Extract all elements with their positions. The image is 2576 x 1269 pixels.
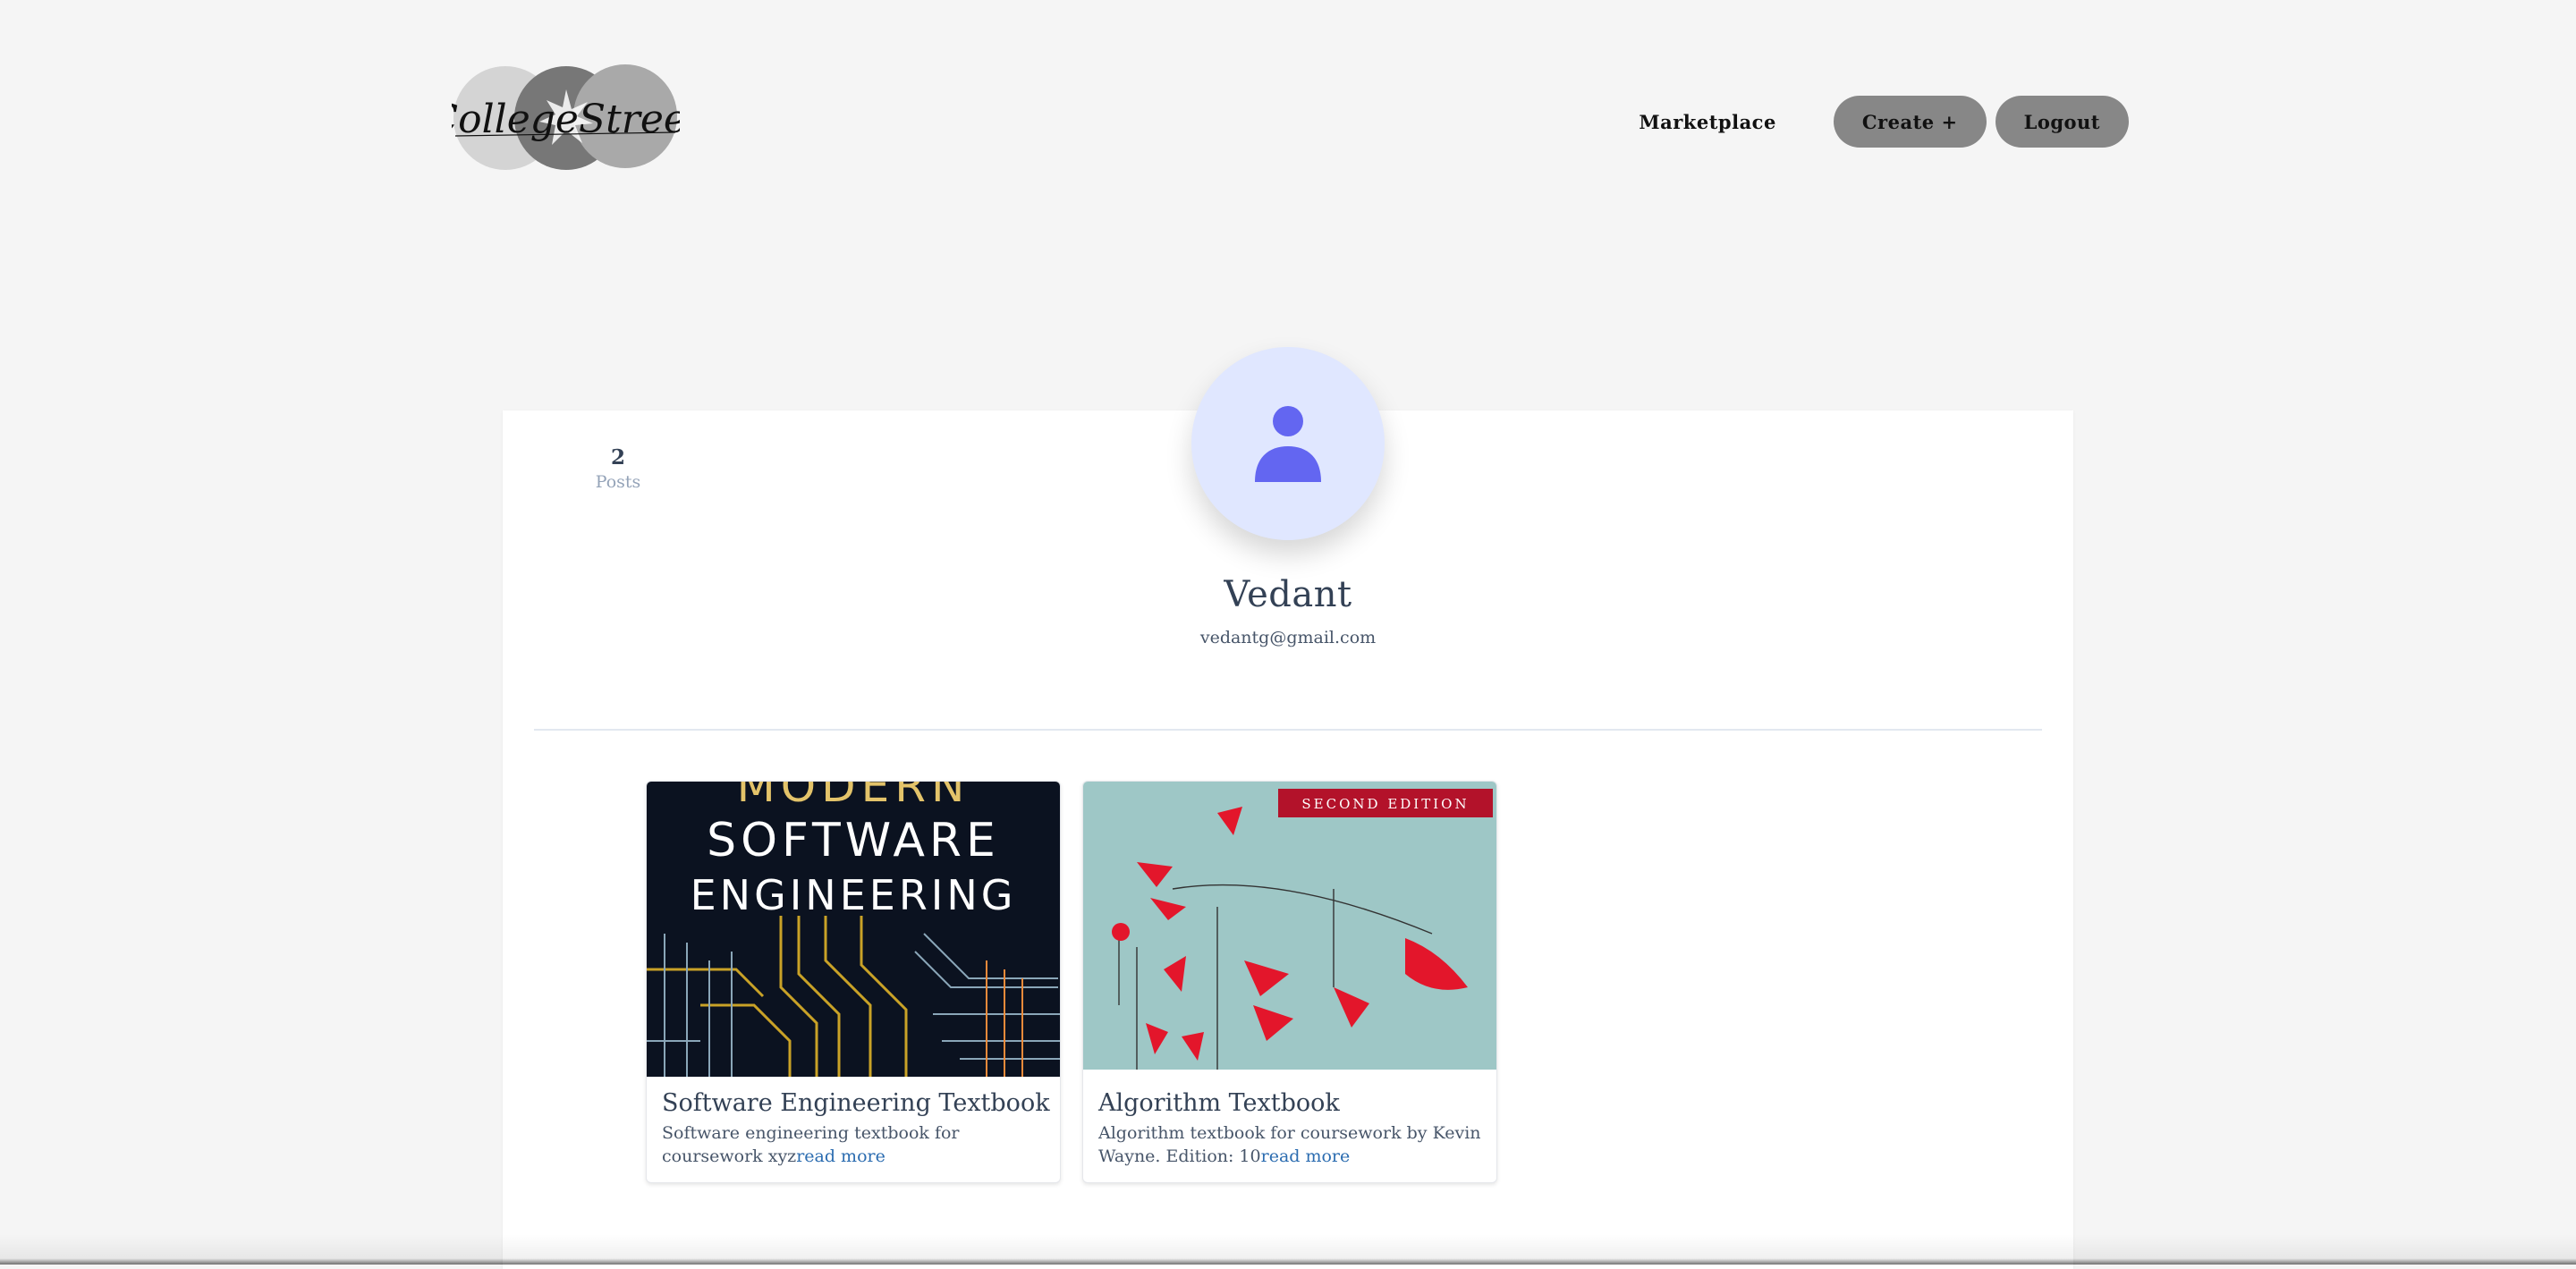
posts-count: 2 bbox=[610, 445, 625, 470]
profile-email: vedantg@gmail.com bbox=[1199, 628, 1377, 647]
nav-marketplace-link[interactable]: Marketplace bbox=[1639, 111, 1824, 133]
post-card[interactable]: SECOND EDITION Algorithm Textbook Algori… bbox=[1082, 781, 1497, 1183]
posts-label: Posts bbox=[595, 472, 641, 492]
posts-stat: 2 Posts bbox=[569, 444, 667, 493]
post-card[interactable]: MODERN SOFTWARE ENGINEERING Software Eng… bbox=[646, 781, 1061, 1183]
top-nav: Marketplace Create + Logout bbox=[1639, 95, 2129, 148]
logout-button[interactable]: Logout bbox=[1995, 96, 2129, 148]
cover-line-software: SOFTWARE bbox=[707, 814, 1000, 867]
cover-line-engineering: ENGINEERING bbox=[691, 871, 1017, 919]
post-title[interactable]: Algorithm Textbook bbox=[1098, 1088, 1340, 1119]
post-description: Algorithm textbook for coursework by Kev… bbox=[1098, 1121, 1483, 1168]
profile-name: Vedant bbox=[1224, 574, 1352, 615]
post-cover-image[interactable]: MODERN SOFTWARE ENGINEERING bbox=[647, 782, 1060, 1077]
read-more-link[interactable]: read more bbox=[1261, 1146, 1351, 1166]
post-cover-image[interactable]: SECOND EDITION bbox=[1083, 782, 1496, 1070]
post-description: Software engineering textbook for course… bbox=[662, 1121, 1046, 1168]
avatar bbox=[1191, 347, 1385, 540]
post-title[interactable]: Software Engineering Textbook bbox=[662, 1088, 1050, 1119]
divider bbox=[534, 729, 2042, 731]
cover-banner: SECOND EDITION bbox=[1301, 796, 1469, 812]
college-street-logo[interactable]: CollegeStreet bbox=[452, 63, 680, 174]
user-icon bbox=[1255, 406, 1321, 482]
read-more-link[interactable]: read more bbox=[796, 1146, 886, 1166]
cover-line-modern: MODERN bbox=[737, 782, 970, 812]
create-button[interactable]: Create + bbox=[1833, 96, 1987, 148]
